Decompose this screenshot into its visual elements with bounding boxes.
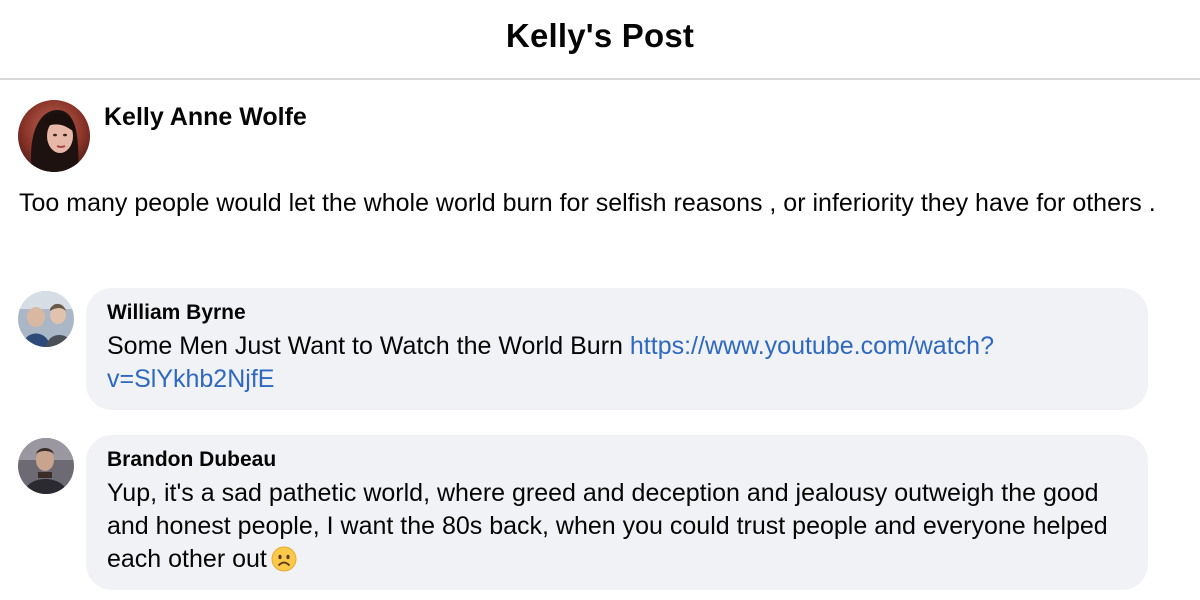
post-page: Kelly's Post Kelly Anne Wolfe Too many p… (0, 0, 1200, 600)
comment-author-name[interactable]: William Byrne (107, 300, 1126, 326)
page-title: Kelly's Post (505, 17, 695, 54)
comment-text: Yup, it's a sad pathetic world, where gr… (107, 477, 1126, 576)
comment-bubble: Brandon Dubeau Yup, it's a sad pathetic … (86, 435, 1148, 590)
sad-face-emoji-icon (271, 546, 297, 572)
post-body-text: Too many people would let the whole worl… (19, 189, 1156, 217)
comment-text: Some Men Just Want to Watch the World Bu… (107, 330, 1126, 396)
comment-bubble: William Byrne Some Men Just Want to Watc… (86, 288, 1148, 410)
comment-text-body: Some Men Just Want to Watch the World Bu… (107, 332, 623, 360)
comment-text-body: Yup, it's a sad pathetic world, where gr… (107, 479, 1108, 573)
post-author-avatar[interactable] (18, 100, 90, 172)
header-bar: Kelly's Post (0, 0, 1200, 80)
comment-author-name[interactable]: Brandon Dubeau (107, 447, 1126, 473)
post-author-name[interactable]: Kelly Anne Wolfe (104, 103, 307, 132)
comment-avatar[interactable] (18, 438, 74, 494)
comment-avatar[interactable] (18, 291, 74, 347)
